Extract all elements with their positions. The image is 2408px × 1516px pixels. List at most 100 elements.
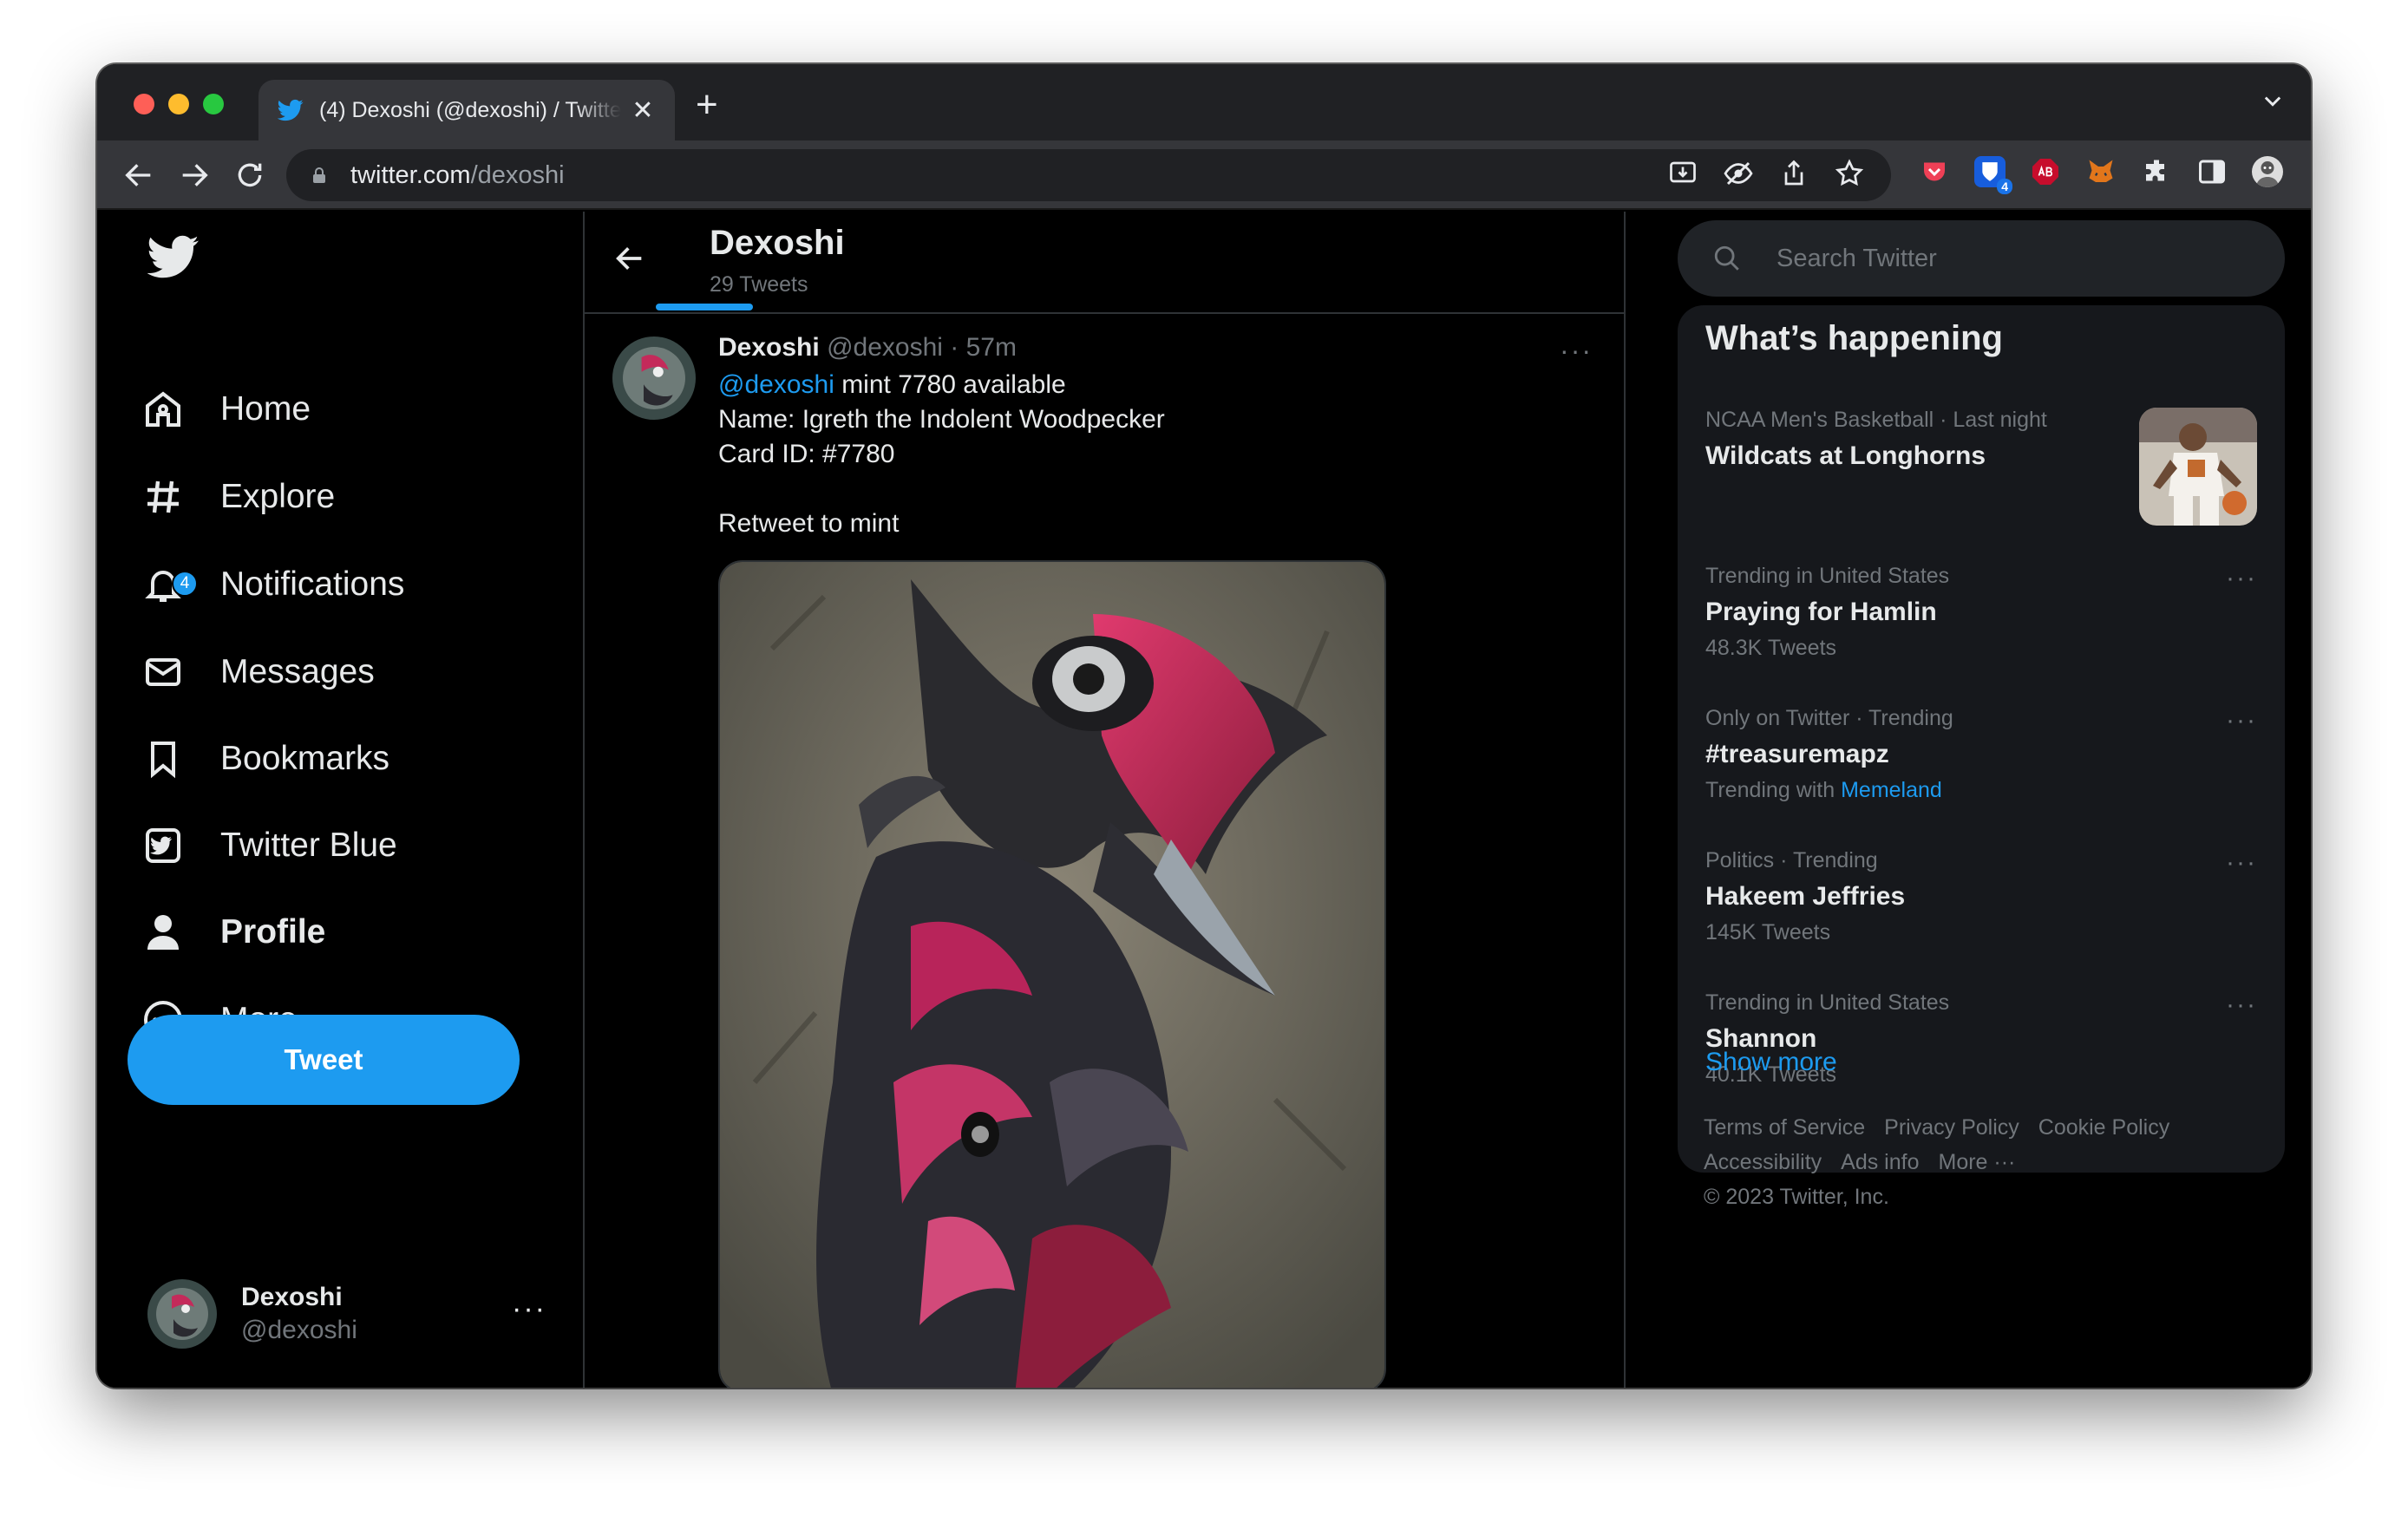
hashtag-icon [147, 480, 179, 513]
tweet-line-1-text: mint 7780 available [834, 370, 1066, 399]
footer-link[interactable]: Terms of Service [1704, 1115, 1865, 1140]
url-host: twitter.com [350, 160, 471, 189]
address-bar[interactable]: twitter.com/dexoshi [286, 149, 1891, 201]
trend-item[interactable]: Only on Twitter · Trending #treasuremapz… [1705, 706, 2257, 803]
tweet-button[interactable]: Tweet [128, 1015, 520, 1105]
woodpecker-artwork [720, 562, 1384, 1388]
tab-indicator [656, 304, 753, 310]
tweet-time[interactable]: 57m [966, 333, 1017, 362]
browser-window: (4) Dexoshi (@dexoshi) / Twitter ✕ + twi… [97, 64, 2311, 1388]
footer-link[interactable]: More ··· [1939, 1150, 2016, 1174]
trend-more-icon[interactable]: ··· [2226, 848, 2257, 878]
trend-with-link[interactable]: Memeland [1841, 778, 1942, 802]
tab-close-icon[interactable]: ✕ [630, 95, 656, 126]
footer-link[interactable]: Ads info [1841, 1150, 1919, 1174]
trend-count: 48.3K Tweets [1705, 636, 1837, 660]
trend-more-icon[interactable]: ··· [2226, 706, 2257, 735]
search-bar[interactable] [1678, 220, 2285, 297]
sidebar-item-messages[interactable]: Messages [142, 637, 375, 707]
page-title: Dexoshi [710, 224, 845, 262]
whats-happening-panel: What’s happening NCAA Men's Basketball ·… [1678, 305, 2285, 1173]
tweet-author[interactable]: Dexoshi [718, 333, 820, 362]
trend-more-icon[interactable]: ··· [2226, 990, 2257, 1020]
trend-category: Only on Twitter · Trending [1705, 706, 1953, 730]
trends-title: What’s happening [1705, 319, 2003, 357]
search-icon [1714, 245, 1739, 271]
tab-title: (4) Dexoshi (@dexoshi) / Twitter [319, 97, 621, 122]
person-icon [147, 915, 179, 950]
forward-arrow-icon[interactable] [177, 158, 212, 193]
tweet-line-1: @dexoshi mint 7780 available [718, 368, 1165, 402]
avatar[interactable] [612, 337, 696, 420]
eye-off-icon[interactable] [1723, 158, 1754, 189]
pocket-icon[interactable] [1919, 156, 1950, 187]
copyright: © 2023 Twitter, Inc. [1704, 1185, 1889, 1209]
browser-toolbar: twitter.com/dexoshi 4 [97, 140, 2311, 210]
maximize-window-button[interactable] [203, 94, 224, 114]
trend-more-icon[interactable]: ··· [2226, 564, 2257, 593]
tweet-count: 29 Tweets [710, 272, 808, 297]
trend-item[interactable]: NCAA Men's Basketball · Last night Wildc… [1705, 408, 2257, 529]
search-input[interactable] [1777, 244, 2210, 273]
twitter-logo-icon[interactable] [147, 234, 200, 279]
sidebar-item-label: Explore [220, 478, 336, 515]
show-more-link[interactable]: Show more [1705, 1048, 1837, 1077]
install-app-icon[interactable] [1667, 158, 1698, 189]
minimize-window-button[interactable] [168, 94, 189, 114]
footer-link[interactable]: Cookie Policy [2038, 1115, 2169, 1140]
tweet-more-icon[interactable]: ··· [1560, 335, 1593, 367]
trend-item[interactable]: Trending in United States Praying for Ha… [1705, 564, 2257, 661]
sidebar-item-label: Profile [220, 913, 326, 951]
reload-icon[interactable] [232, 158, 267, 193]
close-window-button[interactable] [134, 94, 154, 114]
back-arrow-icon[interactable] [612, 241, 647, 276]
tweet-separator: · [942, 333, 966, 362]
sidebar-item-bookmarks[interactable]: Bookmarks [142, 724, 389, 794]
sidebar-item-label: Bookmarks [220, 740, 390, 777]
new-tab-button[interactable]: + [696, 83, 718, 127]
back-arrow-icon[interactable] [121, 158, 156, 193]
sidebar-item-home[interactable]: Home [142, 375, 311, 444]
profile-avatar-icon[interactable] [2252, 156, 2283, 187]
home-icon [146, 391, 180, 427]
trend-thumbnail [2139, 408, 2257, 526]
url-path: /dexoshi [470, 160, 565, 189]
trend-name: Praying for Hamlin [1705, 598, 1937, 626]
bitwarden-icon[interactable]: 4 [1974, 156, 2012, 194]
bookmark-icon [151, 742, 175, 779]
star-icon[interactable] [1834, 158, 1865, 189]
extensions-area: 4 [1919, 156, 2311, 194]
trend-name: Hakeem Jeffries [1705, 882, 1906, 911]
twitter-blue-icon [146, 828, 180, 863]
sidebar-item-twitter-blue[interactable]: Twitter Blue [142, 811, 397, 880]
share-icon[interactable] [1778, 158, 1809, 189]
sidebar-item-notifications[interactable]: 4 Notifications [142, 550, 404, 619]
mention-link[interactable]: @dexoshi [718, 370, 834, 399]
footer-link[interactable]: Privacy Policy [1884, 1115, 2019, 1140]
account-switcher[interactable]: Dexoshi @dexoshi ··· [147, 1275, 546, 1353]
tweet-handle: @dexoshi [827, 333, 943, 362]
side-panel-icon[interactable] [2196, 156, 2228, 187]
lock-icon[interactable] [309, 165, 330, 186]
sidebar-item-explore[interactable]: Explore [142, 462, 335, 532]
account-name: Dexoshi [241, 1283, 343, 1311]
trend-count: 145K Tweets [1705, 920, 1831, 944]
chevron-down-icon[interactable] [2261, 88, 2285, 113]
tweet-image[interactable] [718, 560, 1386, 1388]
sidebar-item-label: Twitter Blue [220, 827, 397, 864]
extensions-puzzle-icon[interactable] [2141, 156, 2172, 187]
avatar [147, 1279, 217, 1349]
kebab-menu-icon[interactable] [2307, 156, 2311, 187]
trend-name: #treasuremapz [1705, 740, 1889, 768]
tab-strip: (4) Dexoshi (@dexoshi) / Twitter ✕ + [97, 64, 2311, 140]
envelope-icon [146, 658, 180, 686]
omnibox-actions [1667, 158, 1865, 189]
account-handle: @dexoshi [241, 1316, 357, 1344]
footer-link[interactable]: Accessibility [1704, 1150, 1822, 1174]
adblock-plus-icon[interactable] [2030, 156, 2061, 187]
browser-tab[interactable]: (4) Dexoshi (@dexoshi) / Twitter ✕ [258, 80, 675, 140]
metamask-fox-icon[interactable] [2085, 156, 2117, 187]
sidebar-item-profile[interactable]: Profile [142, 898, 325, 967]
trend-item[interactable]: Politics · Trending Hakeem Jeffries 145K… [1705, 848, 2257, 945]
account-more-icon[interactable]: ··· [512, 1292, 546, 1326]
